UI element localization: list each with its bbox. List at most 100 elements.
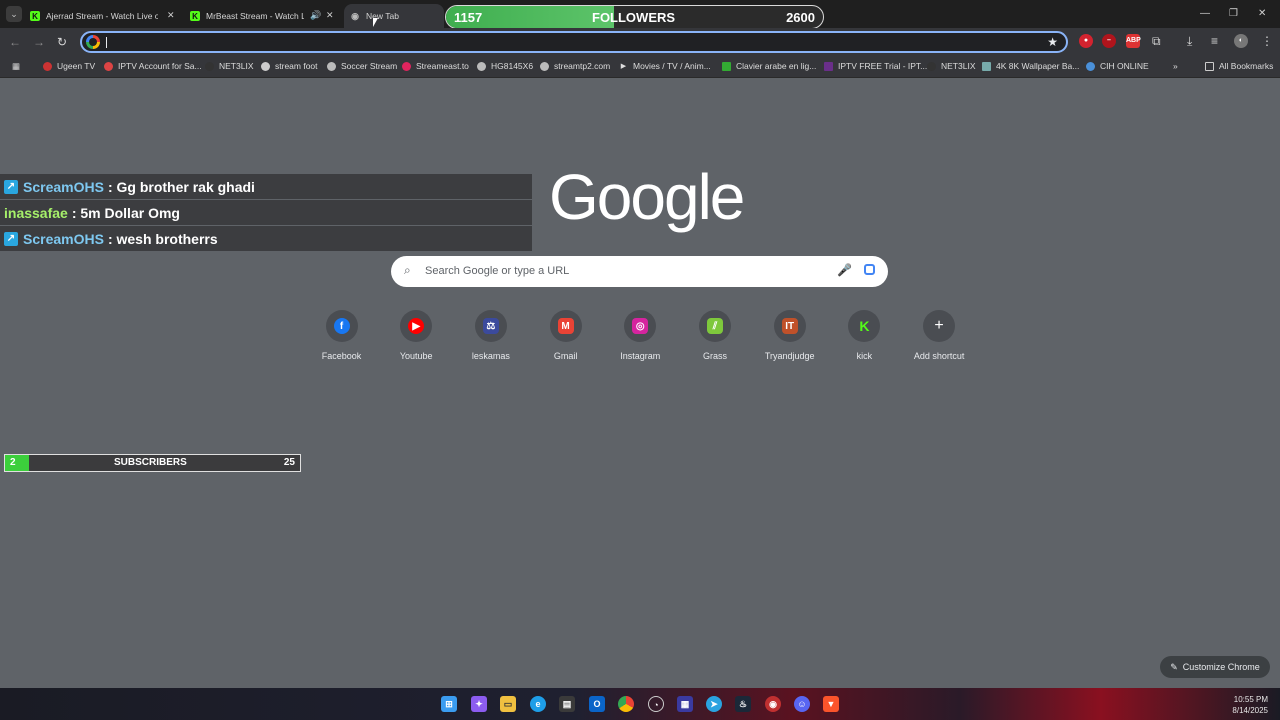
shortcut-tile[interactable]: f Facebook (304, 310, 379, 361)
adblock-icon[interactable]: ABP (1126, 34, 1141, 48)
clock-app-icon[interactable]: ◔ (648, 696, 664, 712)
apps-grid-icon[interactable]: ▦ (12, 61, 20, 72)
address-bar[interactable]: ★ (80, 31, 1068, 53)
shortcut-tile[interactable]: ⫽ Grass (678, 310, 753, 361)
extensions-puzzle-icon[interactable]: ⧉ (1152, 34, 1161, 49)
bookmark-favicon-icon (982, 61, 991, 71)
subscribers-goal: 25 (283, 457, 295, 468)
bookmark-item[interactable]: NET3LIX (205, 61, 254, 71)
bookmark-item[interactable]: Streameast.to (402, 61, 469, 71)
bookmark-item[interactable]: Soccer Stream (327, 61, 397, 71)
google-search-box[interactable]: ⌕ 🎤 (391, 256, 888, 287)
back-button[interactable]: ← (9, 35, 21, 49)
bookmark-favicon-icon (104, 61, 113, 71)
close-icon[interactable]: ✕ (167, 10, 175, 21)
download-icon[interactable]: ⤓ (1187, 34, 1192, 49)
discord-icon[interactable]: ☺ (794, 696, 810, 712)
chat-badge-icon: ↗ (4, 179, 18, 194)
shortcut-tile[interactable]: + Add shortcut (902, 310, 977, 361)
subscribers-current: 2 (10, 457, 16, 468)
facebook-icon: f (333, 318, 350, 334)
tab-title: Ajerrad Stream - Watch Live on (46, 11, 158, 21)
followers-current: 1157 (454, 10, 483, 25)
bookmark-item[interactable]: HG8145X6 (477, 61, 533, 71)
microphone-icon[interactable]: 🎤 (837, 263, 852, 277)
kick-icon: K (859, 318, 870, 334)
bookmark-item[interactable]: 4K 8K Wallpaper Ba... (982, 61, 1079, 71)
edge-icon[interactable]: e (530, 696, 546, 712)
game-launcher-icon[interactable]: ◉ (765, 696, 781, 712)
telegram-icon[interactable]: ➤ (706, 696, 722, 712)
shortcut-label: Tryandjudge (764, 351, 815, 361)
speaker-icon[interactable]: 🔊 (310, 10, 321, 21)
bookmark-item[interactable]: CIH ONLINE (1086, 61, 1149, 71)
extension-red-icon[interactable]: ● (1079, 34, 1093, 48)
outlook-icon[interactable]: O (589, 696, 605, 712)
bookmark-item[interactable]: Clavier arabe en lig... (722, 61, 816, 71)
bookmark-item[interactable]: streamtp2.com (540, 61, 610, 71)
bookmark-item[interactable]: IPTV Account for Sa... (104, 61, 202, 71)
tab-search-button[interactable]: ⌄ (6, 6, 22, 22)
shortcut-circle: ◎ (624, 310, 657, 342)
search-input[interactable] (425, 262, 805, 280)
kick-icon: K (190, 11, 200, 21)
chat-message: inassafae : 5m Dollar Omg (0, 200, 532, 225)
shortcut-tile[interactable]: ◎ Instagram (603, 310, 678, 361)
customize-chrome-button[interactable]: ✎ Customize Chrome (1160, 656, 1270, 678)
chat-message: ↗ ScreamOHS : Gg brother rak ghadi (0, 174, 532, 199)
reload-button[interactable]: ↻ (57, 35, 67, 49)
file-explorer-icon[interactable]: ▭ (500, 696, 516, 712)
forward-button[interactable]: → (33, 35, 45, 49)
bookmark-item[interactable]: NET3LIX (927, 61, 976, 71)
system-clock[interactable]: 10:55 PM 8/14/2025 (1232, 694, 1268, 716)
shortcut-tile[interactable]: M Gmail (528, 310, 603, 361)
google-lens-icon[interactable] (864, 264, 875, 275)
close-icon[interactable]: ✕ (326, 10, 334, 21)
clock-time: 10:55 PM (1233, 695, 1268, 704)
store-icon[interactable]: ▤ (559, 696, 575, 712)
steam-icon[interactable]: ♨ (735, 696, 751, 712)
chrome-taskbar-icon[interactable] (618, 696, 634, 712)
plus-icon: + (934, 317, 944, 334)
chat-text: : wesh brotherrs (107, 230, 218, 247)
bookmark-item[interactable]: IPTV FREE Trial - IPT... (824, 61, 927, 71)
close-window-button[interactable]: ✕ (1258, 8, 1266, 19)
pencil-icon: ✎ (1170, 661, 1178, 672)
tab-ajerrad[interactable]: K Ajerrad Stream - Watch Live on ✕ (30, 4, 180, 28)
bookmark-item[interactable]: stream foot (261, 61, 318, 71)
shortcut-tile[interactable]: ▶ Youtube (379, 310, 454, 361)
shortcut-tile[interactable]: ⚖ leskamas (453, 310, 528, 361)
shortcut-tile[interactable]: Kkick (827, 310, 902, 361)
google-icon (86, 35, 100, 49)
all-bookmarks-button[interactable]: All Bookmarks (1205, 61, 1273, 71)
chevron-right-icon[interactable]: » (1173, 61, 1178, 71)
shortcut-label: kick (856, 351, 873, 361)
bookmark-star-icon[interactable]: ★ (1047, 35, 1058, 49)
shortcut-label: Grass (702, 351, 727, 361)
app-grid-icon[interactable]: ▦ (677, 696, 693, 712)
windows-start-icon[interactable]: ⊞ (441, 696, 457, 712)
shortcut-tile[interactable]: IT Tryandjudge (752, 310, 827, 361)
shortcut-label: Facebook (321, 351, 362, 361)
bookmark-favicon-icon (205, 61, 214, 71)
minimize-button[interactable]: — (1200, 8, 1210, 19)
bookmark-favicon-icon (824, 61, 833, 71)
restore-button[interactable]: ❐ (1229, 8, 1238, 19)
profile-avatar[interactable]: ◐ (1234, 34, 1248, 48)
brave-icon[interactable]: ▼ (823, 696, 839, 712)
copilot-icon[interactable]: ✦ (471, 696, 487, 712)
clock-date: 8/14/2025 (1232, 706, 1268, 715)
chat-message: ↗ ScreamOHS : wesh brotherrs (0, 226, 532, 251)
followers-label: FOLLOWERS (592, 10, 676, 25)
extension-stop-icon[interactable]: – (1102, 34, 1116, 48)
media-controls-icon[interactable]: ≡ (1211, 34, 1218, 48)
soccer-ball-icon (261, 61, 270, 71)
menu-kebab-icon[interactable]: ⋮ (1261, 34, 1273, 48)
subscribers-progress-fill (5, 455, 29, 471)
tab-mrbeast[interactable]: K MrBeast Stream - Watch Li 🔊 ✕ (190, 4, 340, 28)
tab-new-tab[interactable]: ◉ New Tab (344, 4, 444, 28)
shortcut-label: Gmail (553, 351, 578, 361)
bookmark-item[interactable]: ▶ Movies / TV / Anim... (619, 61, 711, 71)
shortcut-circle: + (923, 310, 956, 342)
bookmark-item[interactable]: Ugeen TV (43, 61, 95, 71)
